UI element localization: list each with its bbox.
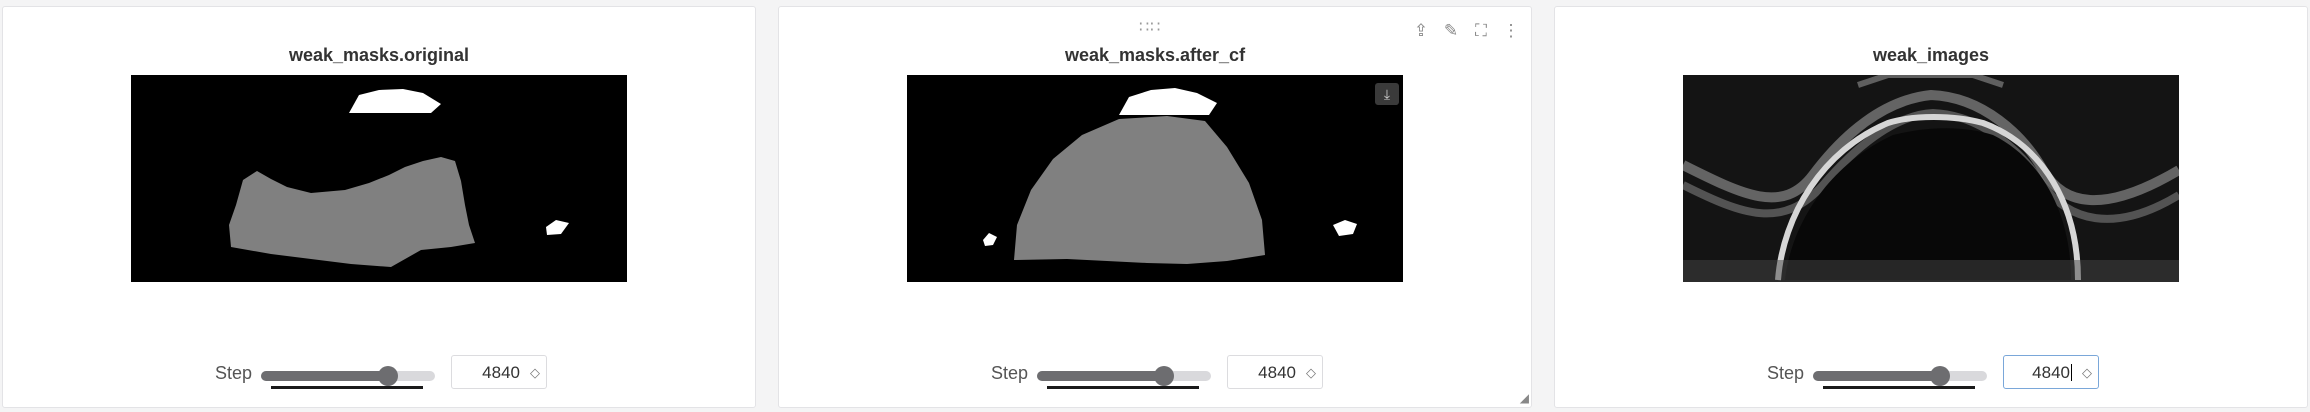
panel-weak-masks-after-cf: ∷∷ ⇪ ✎ ⛶ ⋮ weak_masks.after_cf ⤓ Step 48… (778, 6, 1532, 408)
slider-thumb[interactable] (1154, 366, 1174, 386)
slider-thumb[interactable] (378, 366, 398, 386)
share-icon[interactable]: ⇪ (1411, 21, 1431, 41)
step-value: 4840 (1258, 363, 1296, 382)
spin-icon[interactable]: ◇ (1306, 365, 1316, 381)
step-input-focused[interactable]: 4840 ◇ (2003, 355, 2099, 389)
panel-weak-masks-original: weak_masks.original Step 4840 ◇ (2, 6, 756, 408)
step-label: Step (215, 363, 253, 383)
step-slider[interactable] (1037, 366, 1211, 386)
step-input[interactable]: 4840 ◇ (451, 355, 547, 389)
panel-title: weak_images (1872, 45, 1990, 65)
text-caret (2071, 364, 2072, 381)
panel-weak-images: weak_images Step 4840 ◇ (1554, 6, 2308, 408)
mask-image: ⤓ (907, 75, 1403, 282)
slider-underline (271, 386, 423, 389)
step-control: Step 4840 ◇ (1555, 355, 2307, 395)
slider-underline (1047, 386, 1199, 389)
fullscreen-icon[interactable]: ⛶ (1471, 21, 1491, 41)
panel-title: weak_masks.after_cf (1064, 45, 1246, 65)
edit-icon[interactable]: ✎ (1441, 21, 1461, 41)
slider-thumb[interactable] (1930, 366, 1950, 386)
spin-icon[interactable]: ◇ (2082, 365, 2092, 381)
drag-handle-icon[interactable]: ∷∷ (1139, 17, 1161, 37)
ultrasound-image (1683, 75, 2179, 282)
step-input[interactable]: 4840 ◇ (1227, 355, 1323, 389)
download-icon[interactable]: ⤓ (1375, 83, 1399, 105)
step-value: 4840 (482, 363, 520, 382)
step-label: Step (1767, 363, 1805, 383)
step-value: 4840 (2032, 363, 2072, 382)
panel-title: weak_masks.original (288, 45, 470, 65)
step-control: Step 4840 ◇ (3, 355, 755, 395)
step-control: Step 4840 ◇ (779, 355, 1531, 395)
mask-image (131, 75, 627, 282)
slider-fill (261, 371, 388, 381)
slider-underline (1823, 386, 1975, 389)
resize-handle-icon[interactable]: ◢ (1520, 391, 1529, 405)
spin-icon[interactable]: ◇ (530, 365, 540, 381)
step-slider[interactable] (261, 366, 435, 386)
slider-fill (1037, 371, 1164, 381)
panel-toolbar: ⇪ ✎ ⛶ ⋮ (1411, 21, 1521, 41)
step-slider[interactable] (1813, 366, 1987, 386)
more-icon[interactable]: ⋮ (1501, 21, 1521, 41)
step-label: Step (991, 363, 1029, 383)
slider-fill (1813, 371, 1940, 381)
